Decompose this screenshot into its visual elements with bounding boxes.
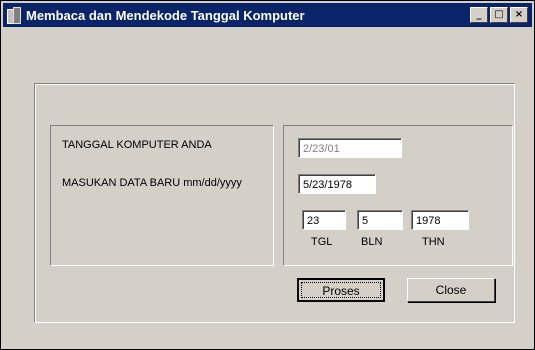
day-input[interactable]: 23 xyxy=(302,210,346,230)
window-title: Membaca dan Mendekode Tanggal Komputer xyxy=(26,7,305,23)
year-label: THN xyxy=(422,236,445,248)
close-window-button[interactable]: × xyxy=(510,7,528,23)
new-date-label: MASUKAN DATA BARU mm/dd/yyyy xyxy=(62,177,242,189)
month-label: BLN xyxy=(361,236,383,248)
year-input[interactable]: 1978 xyxy=(411,210,469,230)
computer-date-field[interactable]: 2/23/01 xyxy=(298,138,402,158)
window-controls: _ □ × xyxy=(468,7,528,23)
minimize-button[interactable]: _ xyxy=(470,7,488,23)
close-button[interactable]: Close xyxy=(407,278,495,302)
day-label: TGL xyxy=(311,236,333,248)
new-date-input[interactable]: 5/23/1978 xyxy=(298,174,376,194)
computer-date-label: TANGGAL KOMPUTER ANDA xyxy=(62,139,212,151)
maximize-button[interactable]: □ xyxy=(490,7,508,23)
app-building-icon xyxy=(6,7,22,24)
month-input[interactable]: 5 xyxy=(357,210,403,230)
process-button[interactable]: Proses xyxy=(297,278,385,302)
title-bar[interactable]: Membaca dan Mendekode Tanggal Komputer _… xyxy=(3,3,532,27)
